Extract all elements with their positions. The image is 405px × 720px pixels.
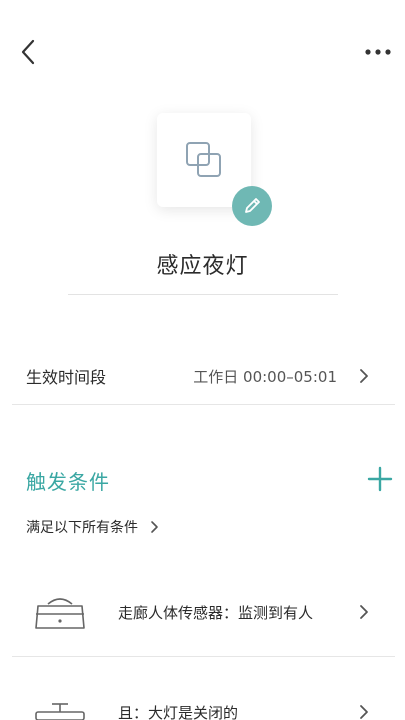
condition-row[interactable]: 且：大灯是关闭的 — [0, 684, 405, 720]
condition-row[interactable]: 走廊人体传感器：监测到有人 — [0, 584, 405, 640]
condition-mode-label: 满足以下所有条件 — [26, 520, 138, 536]
effective-period-row[interactable]: 生效时间段 工作日 00:00–05:01 — [0, 350, 405, 402]
more-dots-icon — [365, 49, 391, 55]
condition-mode-selector[interactable]: 满足以下所有条件 — [26, 516, 159, 538]
body-sensor-icon — [32, 590, 88, 634]
divider — [12, 404, 395, 405]
pencil-icon — [245, 198, 260, 213]
chevron-right-icon — [150, 520, 159, 534]
edit-icon-button[interactable] — [232, 186, 272, 226]
plus-icon — [367, 466, 393, 492]
top-bar — [0, 0, 405, 100]
more-button[interactable] — [361, 38, 395, 66]
effective-period-label: 生效时间段 — [26, 368, 107, 387]
back-button[interactable] — [14, 36, 42, 68]
scene-name[interactable]: 感应夜灯 — [0, 248, 405, 280]
scene-name-underline — [68, 294, 338, 295]
chevron-right-icon — [357, 602, 371, 622]
ceiling-light-icon — [32, 690, 88, 720]
condition-text: 且：大灯是关闭的 — [118, 703, 239, 720]
chevron-right-icon — [357, 702, 371, 720]
chevron-right-icon — [357, 366, 371, 386]
scene-squares-icon — [186, 142, 221, 177]
divider — [12, 656, 395, 657]
chevron-left-icon — [21, 39, 35, 65]
condition-text: 走廊人体传感器：监测到有人 — [118, 603, 314, 622]
effective-period-value: 工作日 00:00–05:01 — [193, 367, 337, 386]
add-condition-button[interactable] — [365, 464, 395, 494]
trigger-conditions-title: 触发条件 — [26, 470, 110, 494]
